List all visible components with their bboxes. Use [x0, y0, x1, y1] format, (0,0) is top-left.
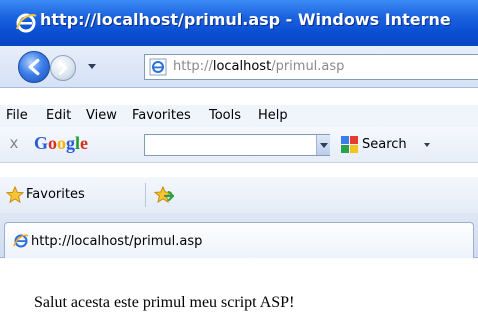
menu-favorites[interactable]: Favorites — [132, 108, 191, 123]
close-toolbar-button[interactable]: x — [10, 135, 18, 153]
chevron-down-icon[interactable] — [424, 143, 430, 147]
google-search-input[interactable] — [144, 134, 330, 156]
tab-primul-asp[interactable]: http://localhost/primul.asp — [4, 222, 474, 258]
title-bar: http://localhost/primul.asp - Windows In… — [0, 0, 478, 46]
page-text: Salut acesta este primul meu script ASP! — [34, 294, 295, 311]
menu-bar: File Edit View Favorites Tools Help — [0, 105, 478, 127]
navigation-bar: http://localhost/primul.asp — [0, 46, 478, 88]
google-logo: Google — [34, 133, 89, 153]
internet-explorer-icon — [16, 13, 37, 33]
arrow-left-icon — [28, 58, 40, 76]
menu-edit[interactable]: Edit — [46, 108, 71, 123]
favorites-button[interactable]: Favorites — [26, 187, 85, 202]
google-search-icon[interactable] — [340, 135, 360, 155]
recent-pages-dropdown[interactable] — [88, 64, 96, 69]
forward-button[interactable] — [50, 55, 76, 81]
address-bar[interactable]: http://localhost/primul.asp — [144, 54, 478, 80]
menu-view[interactable]: View — [86, 108, 117, 123]
menu-help[interactable]: Help — [258, 108, 288, 123]
star-icon — [6, 186, 24, 204]
page-ie-icon — [149, 58, 167, 76]
search-history-dropdown[interactable] — [316, 135, 330, 155]
google-toolbar: x Google Search — [0, 127, 478, 163]
page-content: Salut acesta este primul meu script ASP! — [0, 259, 478, 331]
toolbar-divider — [145, 183, 146, 207]
add-to-favorites-icon[interactable] — [154, 186, 174, 204]
address-url: http://localhost/primul.asp — [173, 59, 345, 74]
arrow-right-icon — [58, 61, 68, 75]
page-ie-icon — [13, 234, 29, 248]
back-button[interactable] — [18, 51, 50, 83]
tab-strip: http://localhost/primul.asp — [0, 213, 478, 258]
window-title: http://localhost/primul.asp - Windows In… — [40, 10, 451, 29]
tab-label: http://localhost/primul.asp — [31, 234, 203, 249]
menu-file[interactable]: File — [6, 108, 28, 123]
menu-tools[interactable]: Tools — [209, 108, 241, 123]
favorites-bar: Favorites — [0, 177, 478, 213]
google-search-button[interactable]: Search — [362, 137, 407, 152]
